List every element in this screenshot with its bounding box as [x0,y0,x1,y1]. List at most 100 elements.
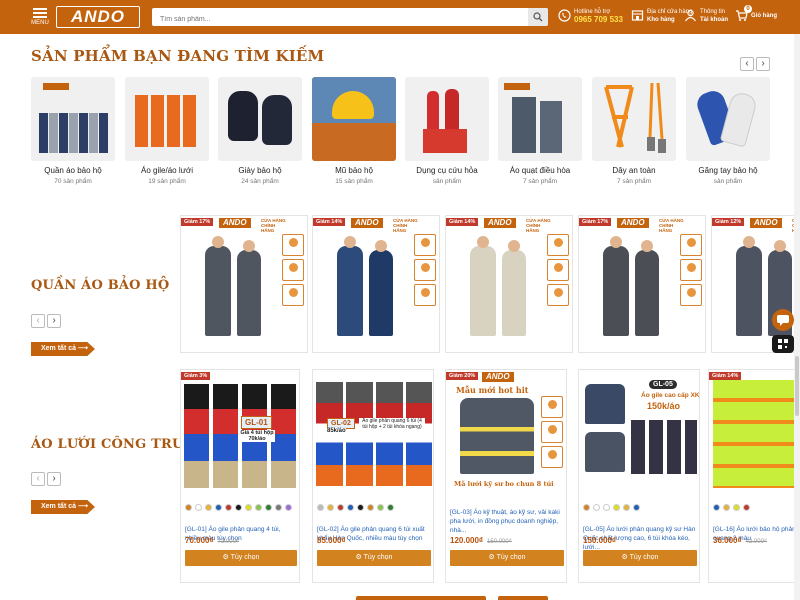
next-arrow-icon[interactable]: › [47,472,61,486]
color-swatch[interactable] [623,504,630,511]
color-swatch[interactable] [357,504,364,511]
color-swatch[interactable] [613,504,620,511]
color-swatch[interactable] [387,504,394,511]
category-item[interactable]: Áo quạt điều hòa 7 sản phẩm [498,77,582,185]
search-button[interactable] [528,8,548,26]
prev-arrow-icon[interactable]: ‹ [740,57,754,71]
color-swatch[interactable] [327,504,334,511]
color-swatch[interactable] [367,504,374,511]
product-card[interactable]: Giảm 12% ANDO CỬA HÀNG CHÍNH HÃNG [711,215,800,353]
color-swatch[interactable] [337,504,344,511]
brand-tag [43,83,69,90]
discount-badge: Giảm 14% [446,218,479,226]
color-swatch[interactable] [633,504,640,511]
head-figure [508,240,520,252]
brand-tag: ANDO [750,218,782,228]
section-title-searching: SẢN PHẨM BẠN ĐANG TÌM KIẾM [31,47,325,65]
site-logo[interactable]: ANDO [56,6,140,28]
category-item[interactable]: Găng tay bảo hộ sản phẩm [686,77,770,185]
worker-figure [369,250,393,336]
color-swatch[interactable] [205,504,212,511]
product-card[interactable]: Giảm 14% ANDO CỬA HÀNG CHÍNH HÃNG [445,215,573,353]
color-swatch[interactable] [603,504,610,511]
head-figure [243,240,255,252]
bottom-button-partial[interactable] [498,596,548,600]
category-item[interactable]: Áo gile/áo lưới 19 sản phẩm [125,77,209,185]
product-card[interactable]: Giảm 17% ANDO CỬA HÀNG CHÍNH HÃNG [578,215,706,353]
product-price: 36.000₫ 42.000₫ [713,536,768,545]
warranty-icon [541,396,563,418]
product-card[interactable]: Giảm 17% ANDO CỬA HÀNG CHÍNH HÃNG [180,215,308,353]
discount-badge: Giảm 3% [181,372,211,380]
shipping-icon [414,284,436,306]
choose-options-button[interactable]: ⚙ Tùy chọn [583,550,697,566]
see-all-workwear[interactable]: Xem tất cả ⟶ [31,342,95,356]
store-text: CỬA HÀNG CHÍNH HÃNG [261,218,286,233]
search-icon [533,12,543,22]
category-name: Dụng cụ cứu hỏa [416,166,478,175]
chat-button[interactable] [772,309,794,331]
color-swatch[interactable] [215,504,222,511]
color-swatch[interactable] [723,504,730,511]
product-title[interactable]: [GL-03] Áo kỹ thuật, áo kỹ sư, vải kaki … [450,508,564,535]
prev-arrow-icon[interactable]: ‹ [31,472,45,486]
category-item[interactable]: Giày bảo hộ 24 sản phẩm [218,77,302,185]
color-swatch[interactable] [195,504,202,511]
product-card[interactable]: Giảm 14% ANDO CỬA HÀNG CHÍNH HÃNG [312,215,440,353]
color-swatch[interactable] [733,504,740,511]
feature-badges [547,234,569,309]
category-item[interactable]: Quần áo bảo hộ 70 sản phẩm [31,77,115,185]
bottom-button-partial[interactable] [356,596,486,600]
product-card[interactable]: ANDO Mẫu mới hot hit Mã lưới kỹ sư bo ch… [445,369,567,583]
search-input[interactable] [152,10,522,29]
category-thumb-cooling-jacket [498,77,582,161]
color-swatch[interactable] [255,504,262,511]
choose-options-button[interactable]: ⚙ Tùy chọn [450,550,564,566]
qr-button[interactable] [772,335,794,353]
color-swatch[interactable] [245,504,252,511]
vest-grid-image [631,420,697,474]
category-name: Giày bảo hộ [238,166,282,175]
prev-arrow-icon[interactable]: ‹ [31,314,45,328]
category-count: 19 sản phẩm [148,178,186,185]
page-scrollbar[interactable] [794,34,800,600]
category-item[interactable]: Dây an toàn 7 sản phẩm [592,77,676,185]
next-arrow-icon[interactable]: › [756,57,770,71]
product-card[interactable]: GL-05 Áo gile cao cấp XK 150k/áo [GL-05]… [578,369,700,583]
color-swatch[interactable] [583,504,590,511]
scrollbar-thumb[interactable] [795,356,799,416]
color-swatch[interactable] [185,504,192,511]
product-card[interactable]: GL-02 Áo gile phản quang 6 túi (4 túi hộ… [312,369,434,583]
carousel-nav-vests: ‹ › [31,468,63,486]
color-swatch[interactable] [377,504,384,511]
see-all-vests[interactable]: Xem tất cả ⟶ [31,500,95,514]
category-item[interactable]: Dụng cụ cứu hỏa sản phẩm [405,77,489,185]
glove-image [719,90,759,148]
color-swatch[interactable] [593,504,600,511]
product-card[interactable]: Giảm 14% [GL-16] Áo lưới bảo hộ phản qua… [708,369,800,583]
color-swatch[interactable] [275,504,282,511]
account-value: Tài khoản [700,17,729,23]
color-swatch[interactable] [347,504,354,511]
category-item[interactable]: Mũ bảo hộ 15 sản phẩm [312,77,396,185]
menu-label: MENU [31,20,49,26]
brand-tag: ANDO [484,218,516,228]
choose-options-button[interactable]: ⚙ Tùy chọn [185,550,297,566]
color-swatch[interactable] [235,504,242,511]
category-count: sản phẩm [713,178,743,185]
color-swatch[interactable] [285,504,292,511]
product-card[interactable]: GL-01 Giá 4 túi hộp 70k/áo Giảm 3% [GL-0… [180,369,300,583]
choose-options-button[interactable]: ⚙ Tùy chọn [317,550,431,566]
workers-group-image [39,113,109,153]
old-price: 72.000₫ [217,539,240,545]
menu-button[interactable]: MENU [30,6,50,26]
color-swatch[interactable] [225,504,232,511]
color-swatch[interactable] [265,504,272,511]
next-arrow-icon[interactable]: › [47,314,61,328]
head-figure [641,240,653,252]
color-swatch[interactable] [317,504,324,511]
worker-figure [603,246,629,336]
color-swatch[interactable] [743,504,750,511]
category-count: 24 sản phẩm [241,178,279,185]
color-swatch[interactable] [713,504,720,511]
